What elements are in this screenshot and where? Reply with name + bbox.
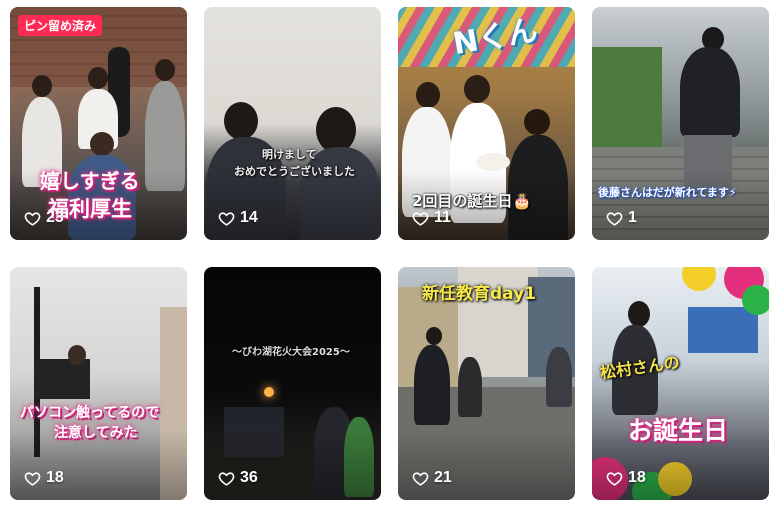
- caption-line-1: パソコン触ってるので: [20, 405, 160, 421]
- heart-outline-icon: [218, 471, 235, 486]
- like-count-value: 14: [240, 209, 258, 226]
- like-count-value: 18: [628, 469, 646, 486]
- caption-line-2: おめでとうございました: [234, 165, 355, 178]
- like-count-value: 1: [628, 209, 637, 226]
- video-tile-3[interactable]: Nくん 2回目の誕生日🎂 11: [398, 7, 575, 240]
- caption-text: 〜びわ湖花火大会2025〜: [232, 347, 350, 358]
- like-count-value: 18: [46, 469, 64, 486]
- video-tile-4[interactable]: 後藤さんはだが新れてます⚡ 1: [592, 7, 769, 240]
- caption-text: 後藤さんはだが新れてます⚡: [598, 186, 737, 199]
- video-tile-8[interactable]: 松村さんの お誕生日 18: [592, 267, 769, 500]
- like-count: 21: [412, 469, 452, 487]
- caption-text: 新任教育day1: [422, 284, 537, 304]
- like-count-value: 11: [434, 209, 451, 226]
- like-count: 14: [218, 209, 258, 227]
- heart-outline-icon: [412, 471, 429, 486]
- like-count-value: 36: [240, 469, 258, 486]
- like-count-value: 21: [434, 469, 452, 486]
- caption-line-1: 嬉しすぎる: [40, 169, 140, 193]
- video-tile-1[interactable]: ピン留め済み 嬉しすぎる 福利厚生 23: [10, 7, 187, 240]
- like-count: 1: [606, 209, 637, 227]
- like-count: 23: [24, 209, 64, 227]
- video-tile-7[interactable]: 新任教育day1 21: [398, 267, 575, 500]
- video-tile-2[interactable]: 明けまして おめでとうございました 14: [204, 7, 381, 240]
- caption-line-1: 明けまして: [262, 148, 317, 161]
- like-count-value: 23: [46, 209, 64, 226]
- heart-outline-icon: [606, 211, 623, 226]
- like-count: 18: [24, 469, 64, 487]
- like-count: 18: [606, 469, 646, 487]
- heart-outline-icon: [24, 471, 41, 486]
- like-count: 11: [412, 209, 451, 227]
- heart-outline-icon: [24, 211, 41, 226]
- video-grid: ピン留め済み 嬉しすぎる 福利厚生 23 明けまして おめでとうございました 1…: [0, 0, 770, 510]
- caption-line-2: 注意してみた: [54, 425, 138, 441]
- caption-line-2: お誕生日: [628, 416, 729, 445]
- video-tile-5[interactable]: パソコン触ってるので 注意してみた 18: [10, 267, 187, 500]
- heart-outline-icon: [412, 211, 429, 226]
- caption-subtitle: 2回目の誕生日🎂: [412, 192, 532, 210]
- video-tile-6[interactable]: 〜びわ湖花火大会2025〜 36: [204, 267, 381, 500]
- pinned-badge: ピン留め済み: [18, 15, 103, 36]
- heart-outline-icon: [606, 471, 623, 486]
- heart-outline-icon: [218, 211, 235, 226]
- like-count: 36: [218, 469, 258, 487]
